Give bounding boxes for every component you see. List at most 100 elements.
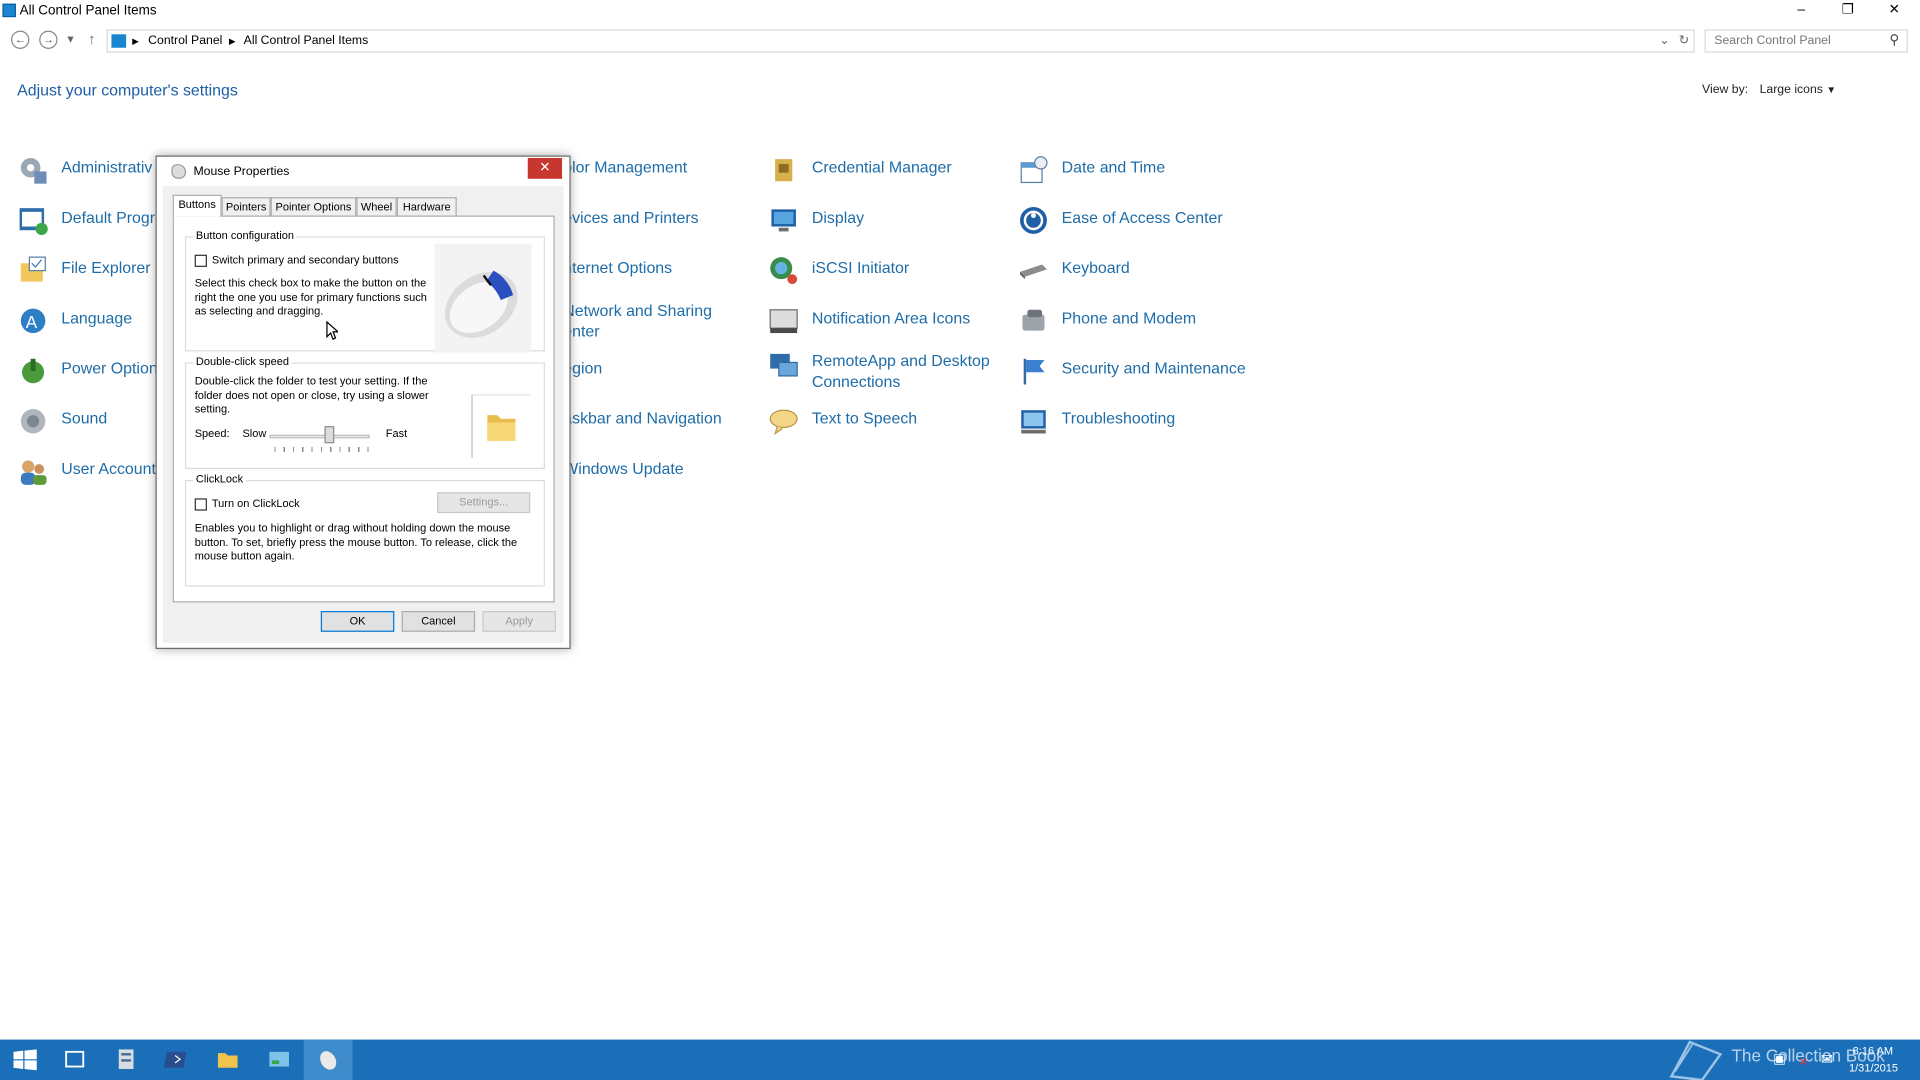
cp-item-label: Notification Area Icons xyxy=(811,308,971,327)
location-icon xyxy=(111,34,127,48)
folder-icon xyxy=(217,1053,238,1068)
mouse-icon xyxy=(320,1051,337,1070)
button-config-desc-line1: Select this check box to make the button… xyxy=(194,276,427,289)
cp-item-label: User Account xyxy=(61,459,156,478)
switch-buttons-label: Switch primary and secondary buttons xyxy=(211,253,399,266)
clicklock-settings-button[interactable]: Settings... xyxy=(437,492,531,514)
mouse-properties-taskbar-button[interactable] xyxy=(303,1039,353,1080)
group-label: Double-click speed xyxy=(193,355,292,368)
page-title: Adjust your computer's settings xyxy=(17,80,238,100)
security-flag-icon xyxy=(1023,358,1045,385)
powershell-icon xyxy=(164,1051,187,1068)
default-programs-icon xyxy=(19,208,48,236)
ok-button[interactable]: OK xyxy=(320,611,395,632)
admin-tools-icon xyxy=(20,157,47,184)
cp-item-label-line1: Network and Sharing xyxy=(563,301,712,320)
task-view-icon xyxy=(65,1050,85,1068)
switch-buttons-checkbox[interactable] xyxy=(194,254,207,267)
powershell-button[interactable] xyxy=(154,1040,203,1080)
maximize-button[interactable]: ❐ xyxy=(1827,0,1869,22)
speed-slider-track[interactable] xyxy=(269,434,370,439)
window-title: All Control Panel Items xyxy=(19,3,157,19)
server-manager-icon xyxy=(118,1049,134,1069)
cp-item-label: Ease of Access Center xyxy=(1061,208,1223,227)
cp-item-label: askbar and Navigation xyxy=(563,408,722,428)
chevron-down-icon: ▼ xyxy=(1826,84,1837,96)
clicklock-desc-line2: button. To set, briefly press the mouse … xyxy=(194,535,518,548)
mouse-properties-dialog: Mouse Properties ✕ Buttons Pointers Poin… xyxy=(155,155,571,649)
file-explorer-options-icon xyxy=(20,256,46,282)
search-icon[interactable]: ⚲ xyxy=(1889,31,1899,52)
troubleshooting-icon xyxy=(1021,410,1046,434)
cp-item-label: Phone and Modem xyxy=(1061,308,1197,327)
window-titlebar: All Control Panel Items – ❐ ✕ xyxy=(0,0,1920,23)
taskbar: The Collection Book ▣ ✕ ✉ 8:16 AM 1/31/2… xyxy=(0,1039,1920,1080)
tab-pointers[interactable]: Pointers xyxy=(221,197,271,217)
buttons-tab-panel: Button configuration Switch primary and … xyxy=(172,215,555,603)
iscsi-initiator-icon xyxy=(770,257,798,285)
cp-item-label: Security and Maintenance xyxy=(1061,358,1246,378)
action-center-icon[interactable]: ✉ xyxy=(1821,1051,1833,1080)
volume-muted-icon[interactable]: ✕ xyxy=(1799,1056,1808,1080)
server-manager-button[interactable] xyxy=(103,1040,152,1080)
cp-item-label: Date and Time xyxy=(1061,157,1166,177)
back-button[interactable]: ← xyxy=(11,30,30,49)
fast-label: Fast xyxy=(385,427,408,440)
task-view-button[interactable] xyxy=(50,1040,99,1080)
file-explorer-button[interactable] xyxy=(203,1040,252,1080)
test-folder-area[interactable] xyxy=(471,394,531,458)
search-input[interactable] xyxy=(1714,30,1886,52)
address-dropdown-icon[interactable]: ⌄ xyxy=(1659,31,1669,52)
forward-button[interactable]: → xyxy=(39,30,58,49)
mouse-icon xyxy=(171,164,187,179)
speed-label: Speed: xyxy=(194,427,230,440)
cp-item-label: File Explorer O xyxy=(61,258,168,277)
clicklock-desc-line3: mouse button again. xyxy=(194,549,295,563)
dialog-close-button[interactable]: ✕ xyxy=(527,157,563,179)
cp-item-label: Language xyxy=(61,308,133,327)
cp-item-label: olor Management xyxy=(563,157,688,177)
search-box[interactable]: ⚲ xyxy=(1704,29,1908,53)
tab-pointer-options[interactable]: Pointer Options xyxy=(270,197,357,217)
remoteapp-icon xyxy=(770,353,798,377)
breadcrumb-control-panel[interactable]: Control Panel xyxy=(148,31,222,52)
cp-item-label: Text to Speech xyxy=(811,408,918,428)
display-icon xyxy=(771,209,796,232)
view-by-value: Large icons xyxy=(1759,83,1823,97)
refresh-icon[interactable]: ↻ xyxy=(1679,31,1689,52)
tab-wheel[interactable]: Wheel xyxy=(356,197,397,217)
button-config-desc-line3: as selecting and dragging. xyxy=(194,304,324,318)
minimize-button[interactable]: – xyxy=(1780,0,1822,22)
clicklock-checkbox[interactable] xyxy=(194,498,207,511)
clicklock-checkbox-label: Turn on ClickLock xyxy=(211,497,300,510)
cp-item-label: Credential Manager xyxy=(811,157,952,177)
text-to-speech-icon xyxy=(769,409,798,435)
close-button[interactable]: ✕ xyxy=(1873,0,1915,22)
button-configuration-group: Button configuration Switch primary and … xyxy=(184,228,545,353)
tab-hardware[interactable]: Hardware xyxy=(396,197,457,217)
breadcrumb-all-items[interactable]: All Control Panel Items xyxy=(244,31,369,52)
double-click-speed-group: Double-click speed Double-click the fold… xyxy=(184,355,545,469)
control-panel-taskbar-button[interactable] xyxy=(255,1040,304,1080)
cp-item-label-line1: RemoteApp and Desktop xyxy=(811,351,990,370)
clock-date[interactable]: 1/31/2015 xyxy=(1849,1062,1898,1080)
dblclick-desc-line1: Double-click the folder to test your set… xyxy=(194,374,428,387)
cp-item-label: Default Progr xyxy=(61,208,156,227)
cp-item-label: Power Option xyxy=(61,358,158,378)
folder-icon xyxy=(487,415,516,441)
breadcrumb-separator-icon: ▶ xyxy=(228,37,236,47)
cp-item-label: Troubleshooting xyxy=(1061,408,1176,428)
cancel-button[interactable]: Cancel xyxy=(401,611,476,632)
mouse-illustration-icon xyxy=(444,270,518,338)
view-by-select[interactable]: Large icons ▼ xyxy=(1760,83,1836,96)
control-panel-icon xyxy=(269,1051,289,1067)
up-arrow-icon[interactable]: ↑ xyxy=(88,31,95,48)
ease-of-access-icon xyxy=(1020,206,1047,234)
start-button[interactable] xyxy=(0,1040,49,1080)
speed-slider-thumb[interactable] xyxy=(324,426,335,444)
recent-locations-chevron-icon[interactable]: ▾ xyxy=(67,33,73,46)
address-bar[interactable]: ▶ Control Panel ▶ All Control Panel Item… xyxy=(106,29,1695,53)
apply-button[interactable]: Apply xyxy=(482,611,556,632)
tab-buttons[interactable]: Buttons xyxy=(172,194,222,217)
network-icon[interactable]: ▣ xyxy=(1773,1051,1786,1080)
